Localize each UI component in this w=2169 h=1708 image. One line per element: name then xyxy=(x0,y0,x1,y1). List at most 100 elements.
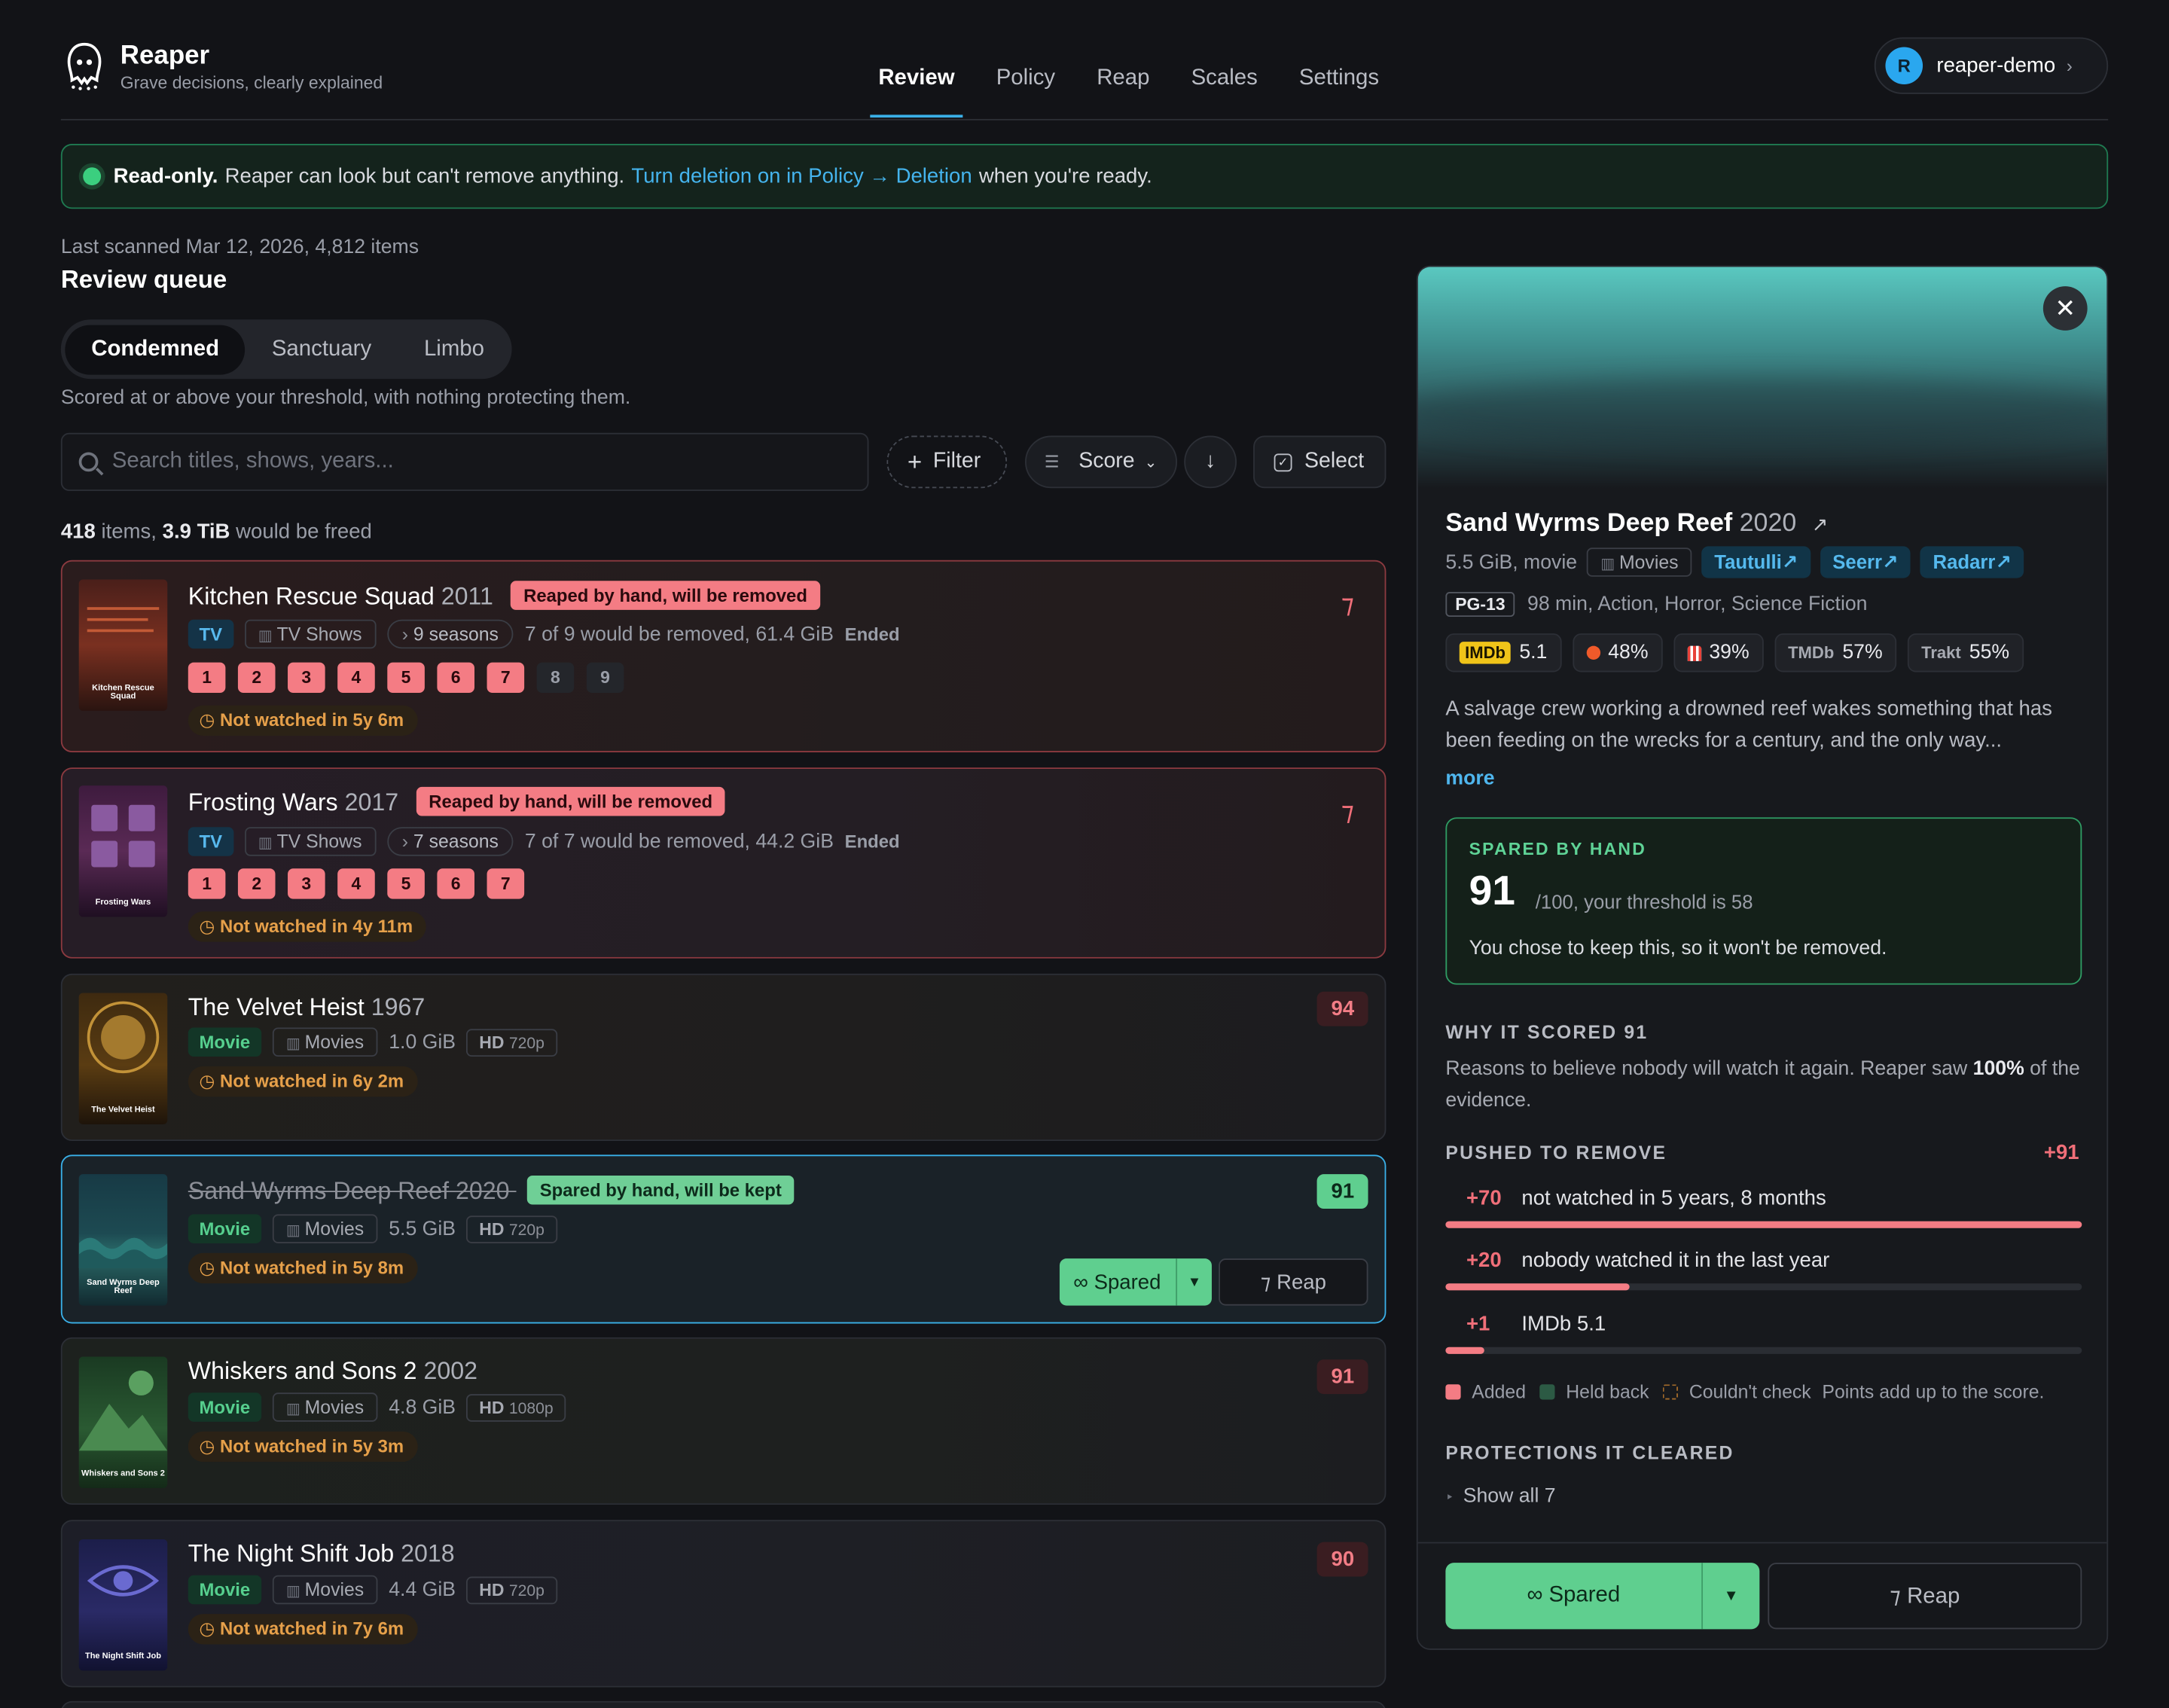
tab-review[interactable]: Review xyxy=(858,55,975,118)
score-badge: 91 xyxy=(1317,1359,1368,1395)
unwatched-badge: Not watched in 4y 11m xyxy=(188,911,427,942)
tmdb-value: 57% xyxy=(1842,642,1883,664)
sort-score-dropdown[interactable]: ☰ Score ⌄ xyxy=(1025,435,1178,489)
app-root: Reaper Grave decisions, clearly explaine… xyxy=(0,0,2169,1708)
show-all-protections[interactable]: Show all 7 xyxy=(1445,1485,1556,1507)
reap-button[interactable]: ⁊ Reap xyxy=(1219,1258,1368,1306)
popcorn-icon xyxy=(1686,645,1701,660)
show-status: Ended xyxy=(844,624,900,645)
close-icon[interactable]: ✕ xyxy=(2042,286,2088,331)
season-chip[interactable]: 2 xyxy=(237,662,276,694)
segment-limbo[interactable]: Limbo xyxy=(398,325,511,374)
app-name: Reaper xyxy=(120,41,210,71)
season-chip[interactable]: 2 xyxy=(237,868,276,899)
legend-added: Added xyxy=(1472,1381,1527,1403)
tab-settings[interactable]: Settings xyxy=(1278,55,1399,117)
season-chip[interactable]: 4 xyxy=(337,662,375,694)
list-item[interactable]: The Night Shift Job The Night Shift Job … xyxy=(60,1520,1387,1688)
row-chips: Movie Movies 4.8 GiB HD 1080p xyxy=(188,1392,566,1422)
season-chip[interactable]: 8 xyxy=(536,662,575,694)
segment-description: Scored at or above your threshold, with … xyxy=(60,387,631,410)
season-chip[interactable]: 7 xyxy=(487,662,525,694)
imdb-logo-icon: IMDb xyxy=(1459,642,1512,664)
season-chip[interactable]: 3 xyxy=(288,662,325,694)
segment-sanctuary[interactable]: Sanctuary xyxy=(246,325,398,374)
reason-bar-fill xyxy=(1445,1347,1484,1354)
row-title: The Velvet Heist 1967 xyxy=(188,993,426,1023)
runtime-genres: 98 min, Action, Horror, Science Fiction xyxy=(1527,593,1868,616)
trakt-label: Trakt xyxy=(1921,642,1961,663)
rt-audience-value: 39% xyxy=(1709,642,1750,664)
kind-badge: Movie xyxy=(188,1214,261,1243)
resolution-label: 720p xyxy=(508,1582,545,1600)
radarr-link[interactable]: Radarr↗ xyxy=(1920,546,2024,578)
season-chip[interactable]: 5 xyxy=(387,662,425,694)
sort-direction-button[interactable]: ↓ xyxy=(1184,435,1237,489)
queue-segmented-control: Condemned Sanctuary Limbo xyxy=(60,319,512,380)
season-chip[interactable]: 4 xyxy=(337,868,375,899)
resolution-label: 720p xyxy=(508,1222,545,1239)
kind-badge: TV xyxy=(188,619,233,649)
tab-reap[interactable]: Reap xyxy=(1076,55,1170,117)
detail-meta: 5.5 GiB, movie Movies Tautulli↗ Seerr↗ R… xyxy=(1445,546,2024,578)
resolution-label: 1080p xyxy=(508,1400,554,1417)
user-menu-button[interactable]: R reaper-demo › xyxy=(1874,37,2109,94)
season-chip[interactable]: 7 xyxy=(487,868,525,899)
season-chip[interactable]: 5 xyxy=(387,868,425,899)
app-tagline: Grave decisions, clearly explained xyxy=(120,73,383,93)
season-chip[interactable]: 1 xyxy=(188,662,226,694)
reaped-score-icon: ⁊ xyxy=(1341,590,1355,620)
score-badge: 91 xyxy=(1317,1174,1368,1209)
season-chip[interactable]: 9 xyxy=(586,662,624,694)
season-chip[interactable]: 6 xyxy=(437,662,474,694)
mountains-graphic xyxy=(78,1403,168,1451)
chevron-down-icon[interactable]: ▼ xyxy=(1701,1563,1759,1630)
pushed-heading: PUSHED TO REMOVE xyxy=(1445,1142,1667,1164)
list-item[interactable]: Frosting Wars Frosting Wars 2017 Reaped … xyxy=(60,767,1387,959)
user-name: reaper-demo xyxy=(1936,53,2056,78)
search-icon xyxy=(78,452,99,472)
quality-label: HD xyxy=(479,1218,505,1239)
tab-policy[interactable]: Policy xyxy=(975,55,1076,117)
file-size: 4.4 GiB xyxy=(389,1578,456,1601)
search-input[interactable] xyxy=(111,449,831,474)
external-link-icon[interactable]: ↗ xyxy=(1812,513,1829,535)
waves-graphic xyxy=(78,1237,168,1269)
tautulli-link[interactable]: Tautulli↗ xyxy=(1701,546,1811,578)
why-description: Reasons to believe nobody will watch it … xyxy=(1445,1054,2082,1117)
reason-bar-fill xyxy=(1445,1283,1631,1291)
seasons-toggle[interactable]: 7 seasons xyxy=(386,827,514,856)
select-button[interactable]: ✓ Select xyxy=(1253,435,1387,489)
season-chip[interactable]: 6 xyxy=(437,868,474,899)
select-label: Select xyxy=(1304,449,1365,474)
tab-scales[interactable]: Scales xyxy=(1170,55,1278,117)
deletion-policy-link[interactable]: Turn deletion on in Policy → Deletion xyxy=(631,165,972,188)
score-legend: Added Held back Couldn't check Points ad… xyxy=(1445,1381,2044,1403)
checkbox-icon: ✓ xyxy=(1274,453,1292,471)
more-link[interactable]: more xyxy=(1445,767,1494,789)
spared-button[interactable]: ∞ Spared ▼ xyxy=(1059,1258,1212,1306)
segment-condemned[interactable]: Condemned xyxy=(65,324,246,374)
spared-button[interactable]: ∞ Spared ▼ xyxy=(1445,1563,1760,1630)
file-size: 4.8 GiB xyxy=(389,1395,456,1419)
list-item[interactable]: Sand Wyrms Deep Reef Sand Wyrms Deep Ree… xyxy=(60,1154,1387,1324)
year-text: 2002 xyxy=(423,1356,477,1385)
season-chip[interactable]: 1 xyxy=(188,868,226,899)
list-item[interactable]: Kitchen Rescue Squad Kitchen Rescue Squa… xyxy=(60,560,1387,753)
page-title: Review queue xyxy=(60,265,227,294)
season-chip[interactable]: 3 xyxy=(288,868,325,899)
filter-button[interactable]: + Filter xyxy=(886,435,1008,489)
reap-button[interactable]: ⁊ Reap xyxy=(1768,1563,2082,1630)
seerr-link[interactable]: Seerr↗ xyxy=(1820,546,1911,578)
unwatched-badge: Not watched in 5y 8m xyxy=(188,1252,418,1284)
chevron-down-icon[interactable]: ▼ xyxy=(1176,1258,1212,1306)
seasons-toggle[interactable]: 9 seasons xyxy=(386,619,514,649)
list-item[interactable] xyxy=(60,1700,1387,1708)
status-badge: Reaped by hand, will be removed xyxy=(416,786,725,816)
spared-label: ∞ Spared xyxy=(1073,1270,1161,1294)
list-item[interactable]: The Velvet Heist The Velvet Heist 1967 M… xyxy=(60,973,1387,1142)
list-item[interactable]: Whiskers and Sons 2 Whiskers and Sons 2 … xyxy=(60,1337,1387,1505)
poster-image: Frosting Wars xyxy=(78,785,168,917)
filter-label: Filter xyxy=(932,449,981,474)
threshold-text: /100, your threshold is 58 xyxy=(1535,890,1753,913)
